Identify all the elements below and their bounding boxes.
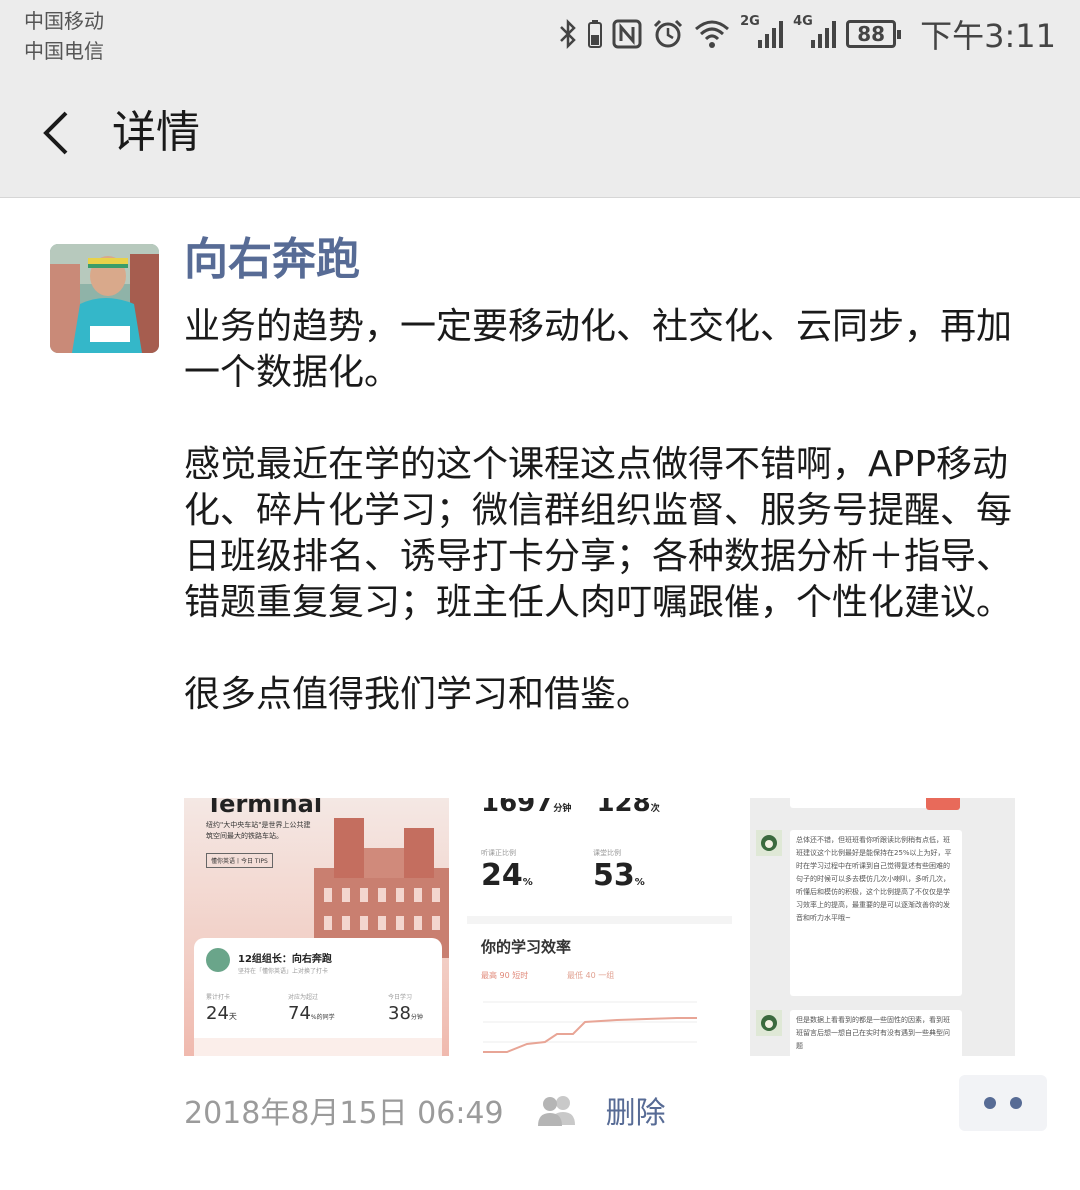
delete-button[interactable]: 删除 (606, 1088, 666, 1132)
thumb1-stat-1: 24天 (206, 1003, 237, 1024)
post-image-2[interactable]: 1697分钟 128次 听课正比例 24% 课堂比例 53% 你的学习效率 最高… (467, 798, 732, 1056)
post-timestamp: 2018年8月15日 06:49 (184, 1096, 504, 1131)
thumb1-tag: 懂你英语丨今日 TIPS (206, 853, 273, 868)
post-footer: 2018年8月15日 06:49 删除 (184, 1088, 666, 1132)
thumb1-stat-2-label: 对应为超过 (288, 994, 319, 1001)
status-icons: 2G 4G 88 下午3:11 (558, 14, 1056, 55)
dot-icon (984, 1097, 996, 1109)
carrier-2: 中国电信 (24, 39, 104, 63)
post-paragraph: 很多点值得我们学习和借鉴。 (184, 674, 653, 715)
thumb1-stat-2: 74%的同学 (288, 1003, 335, 1024)
signal-2g-icon: 2G (740, 14, 784, 48)
thumb3-message-2: 但是数据上看看到的都是一些固性的因素，看到班班留言后想一想自己在实时有没有遇到一… (790, 1010, 962, 1056)
chevron-left-icon (43, 111, 68, 155)
battery-small-icon (588, 20, 603, 48)
thumb3-red-badge (926, 798, 960, 810)
thumb2-legend-2: 最低 40 一组 (567, 971, 615, 980)
signal-4g-icon: 4G (793, 14, 837, 48)
carrier-1: 中国移动 (24, 9, 104, 33)
thumb1-card-sub: 坚持在「懂你英语」上对换了打卡 (238, 968, 329, 975)
wifi-icon (695, 20, 730, 48)
thumb2-legend-1: 最高 90 短时 (481, 971, 529, 980)
thumb1-stat-3-label: 今日学习 (388, 994, 413, 1001)
people-icon[interactable] (534, 1093, 580, 1127)
post-content: 业务的趋势，一定要移动化、社交化、云同步，再加一个数据化。 感觉最近在学的这个课… (184, 304, 1046, 764)
status-time: 下午3:11 (920, 17, 1056, 55)
image-grid: Terminal 纽约"大中央车站"是世界上公共建筑空间最大的铁路车站。 懂你英… (184, 798, 1015, 1056)
author-avatar[interactable] (50, 244, 159, 353)
thumb2-value-2: 53% (593, 858, 645, 893)
author-name[interactable]: 向右奔跑 (184, 232, 360, 288)
thumb1-heading: Terminal (206, 798, 323, 818)
page-title: 详情 (112, 107, 200, 158)
navigation-bar: 详情 (0, 75, 1080, 198)
dot-icon (1010, 1097, 1022, 1109)
post-image-3[interactable]: 总体还不错，但班班看你听跟读比例稍有点低，班班建议这个比例最好是能保持在25%以… (750, 798, 1015, 1056)
network-4g-label: 4G (793, 14, 813, 29)
thumb1-stat-3: 38分钟 (388, 1003, 423, 1024)
thumb3-avatar-1 (756, 830, 782, 856)
thumb1-stat-1-label: 累计打卡 (206, 994, 231, 1001)
post-paragraph: 感觉最近在学的这个课程这点做得不错啊，APP移动化、碎片化学习；微信群组织监督、… (184, 444, 1013, 623)
nfc-icon (612, 19, 642, 49)
post-paragraph: 业务的趋势，一定要移动化、社交化、云同步，再加一个数据化。 (184, 306, 1013, 393)
back-button[interactable] (30, 103, 90, 163)
thumb2-divider (467, 916, 732, 924)
thumb2-value-1: 24% (481, 858, 533, 893)
battery-icon: 88 (846, 20, 902, 48)
post-image-1[interactable]: Terminal 纽约"大中央车站"是世界上公共建筑空间最大的铁路车站。 懂你英… (184, 798, 449, 1056)
network-2g-label: 2G (740, 14, 760, 29)
thumb2-efficiency-chart (483, 1001, 697, 1053)
more-options-button[interactable] (959, 1075, 1047, 1131)
thumb2-label-2: 课堂比例 (593, 849, 621, 857)
thumb1-card-title: 12组组长：向右奔跑 (238, 954, 332, 965)
thumb2-top-stats: 1697分钟 128次 (481, 798, 660, 818)
thumb2-section-title: 你的学习效率 (481, 938, 572, 956)
bluetooth-icon (560, 18, 576, 50)
alarm-icon (654, 19, 683, 48)
thumb3-message-1: 总体还不错，但班班看你听跟读比例稍有点低，班班建议这个比例最好是能保持在25%以… (790, 830, 962, 996)
status-bar: 中国移动 中国电信 2G 4G 88 下午3:11 (0, 0, 1080, 75)
thumb2-label-1: 听课正比例 (481, 849, 516, 857)
carrier-names: 中国移动 中国电信 (24, 6, 104, 66)
thumb1-caption: 纽约"大中央车站"是世界上公共建筑空间最大的铁路车站。 (206, 821, 311, 840)
thumb3-avatar-2 (756, 1010, 782, 1036)
